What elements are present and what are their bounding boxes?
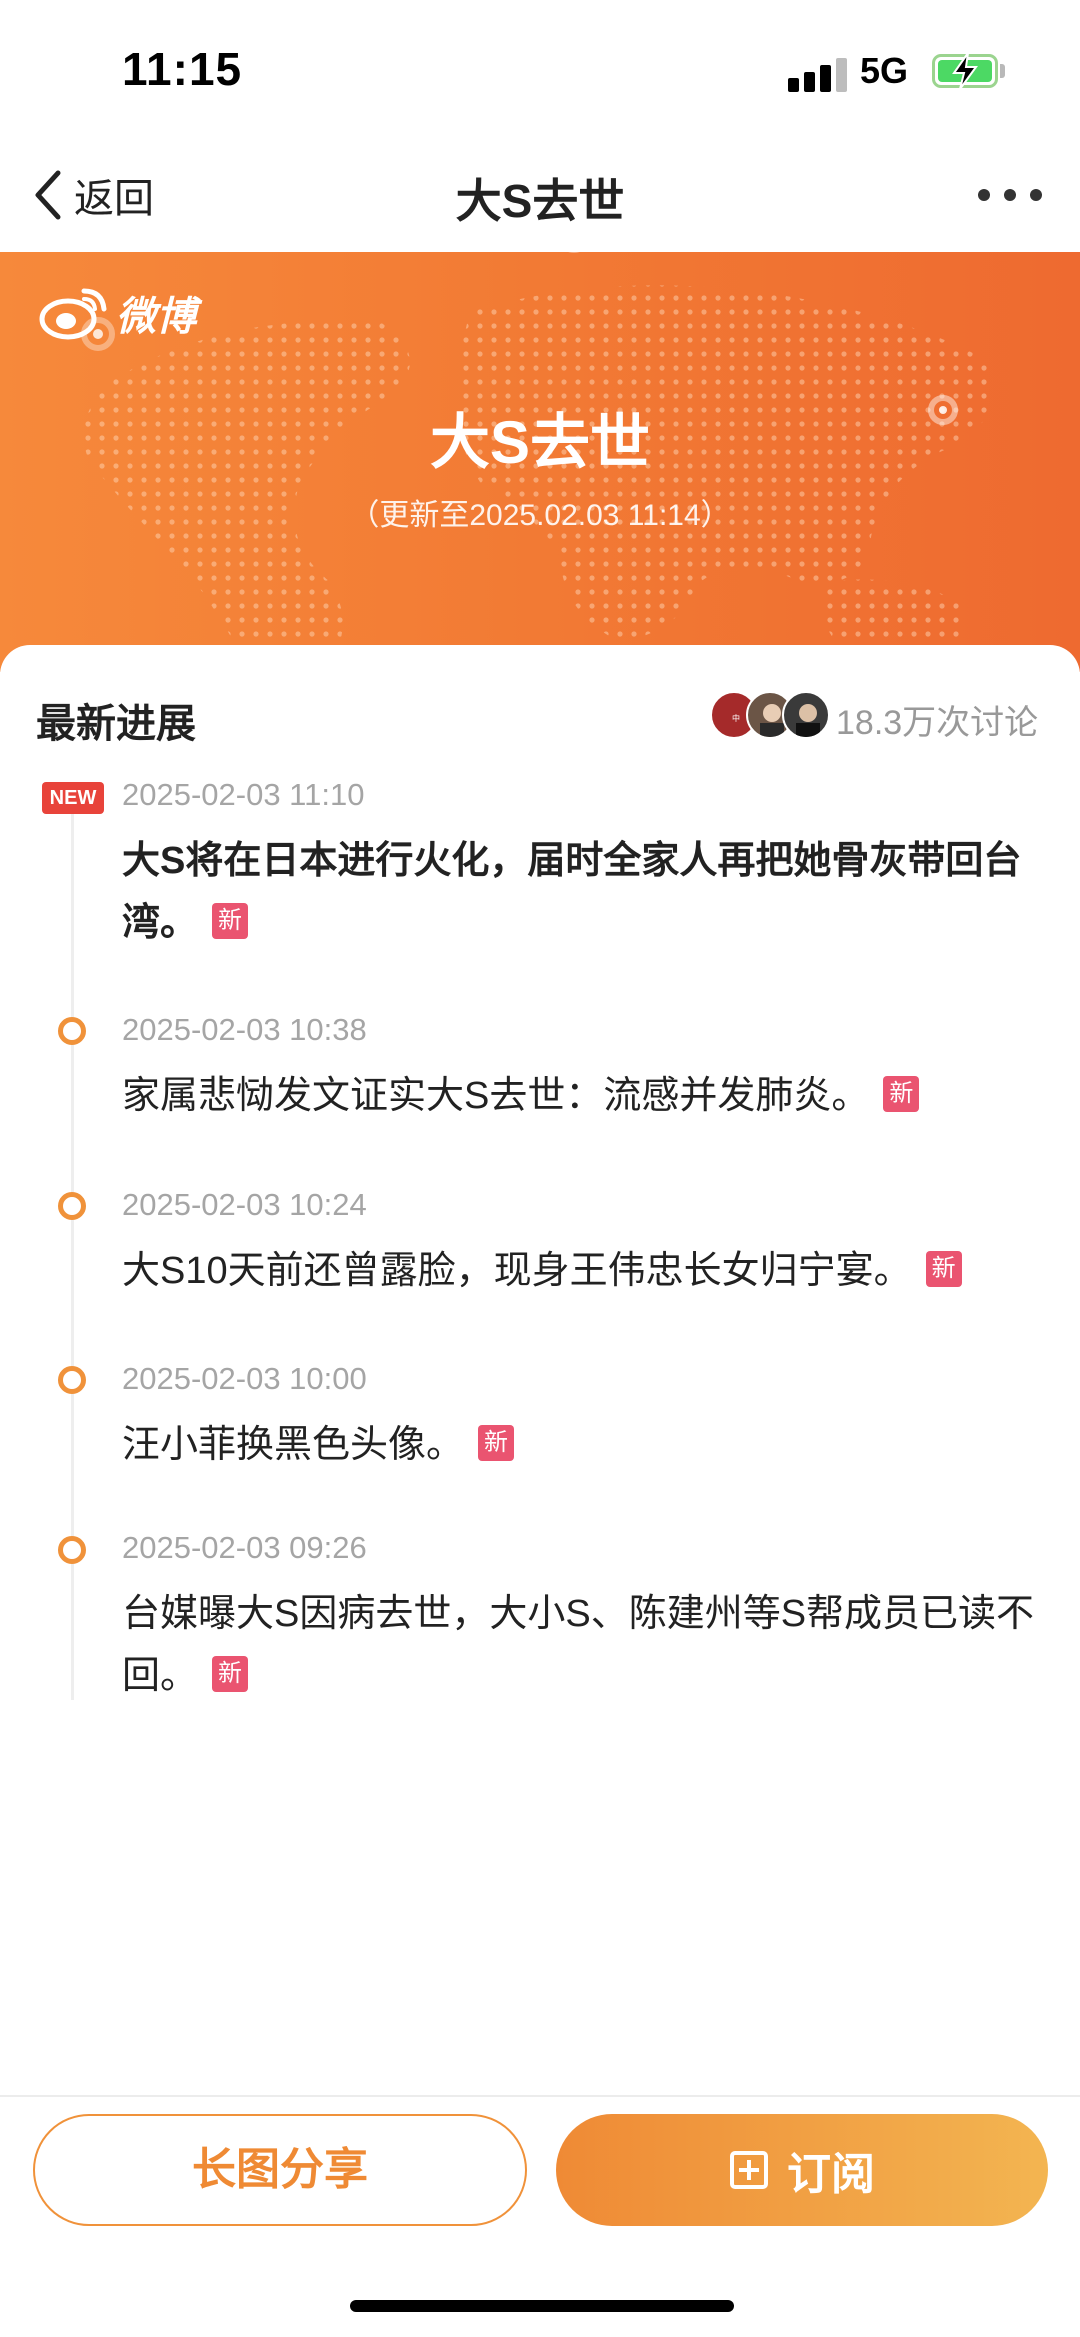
new-tag: 新	[883, 1075, 920, 1112]
timeline-item[interactable]: 大S将在日本进行火化，届时全家人再把她骨灰带回台湾。新	[122, 830, 1042, 954]
subscribe-icon	[730, 2151, 768, 2189]
bottom-divider	[0, 2095, 1080, 2097]
signal-icon	[788, 56, 848, 92]
weibo-logo: 微博	[38, 284, 196, 342]
timeline-time: 2025-02-03 11:10	[122, 777, 365, 812]
nav-bar: 返回 大S去世	[0, 140, 1080, 252]
timeline-dot	[58, 1536, 86, 1564]
subscribe-button[interactable]: 订阅	[556, 2114, 1048, 2226]
timeline-item[interactable]: 家属悲恸发文证实大S去世：流感并发肺炎。新	[122, 1065, 1042, 1127]
new-tag: 新	[925, 1250, 962, 1287]
page-title: 大S去世	[455, 175, 625, 227]
discussion-count[interactable]: 18.3万次讨论	[836, 695, 1038, 744]
timeline-dot	[58, 1017, 86, 1045]
topic-banner: 微博 大S去世 （更新至2025.02.03 11:14）	[0, 252, 1080, 672]
home-indicator[interactable]	[350, 2300, 734, 2312]
new-tag: 新	[212, 1655, 249, 1692]
weibo-eye-icon	[39, 288, 107, 340]
timeline-text: 台媒曝大S因病去世，大小S、陈建州等S帮成员已读不回。	[122, 1593, 1035, 1697]
status-time: 11:15	[122, 43, 243, 95]
timeline-item[interactable]: 汪小菲换黑色头像。新	[122, 1414, 1042, 1476]
new-tag: 新	[212, 902, 249, 939]
timeline-time: 2025-02-03 10:00	[122, 1361, 367, 1396]
subscribe-label: 订阅	[787, 2150, 875, 2199]
avatar	[782, 691, 830, 739]
timeline-time: 2025-02-03 09:26	[122, 1530, 367, 1565]
more-dots-icon[interactable]	[978, 180, 1042, 210]
timeline-text: 家属悲恸发文证实大S去世：流感并发肺炎。	[122, 1075, 870, 1117]
timeline-item[interactable]: 台媒曝大S因病去世，大小S、陈建州等S帮成员已读不回。新	[122, 1583, 1042, 1707]
new-badge: NEW	[42, 782, 104, 814]
new-tag: 新	[478, 1424, 515, 1461]
battery-cap	[1000, 64, 1005, 78]
charging-bolt-icon	[952, 52, 978, 90]
timeline-line	[71, 805, 74, 1700]
timeline-text: 大S将在日本进行火化，届时全家人再把她骨灰带回台湾。	[122, 840, 1022, 944]
timeline-text: 大S10天前还曾露脸，现身王伟忠长女归宁宴。	[122, 1250, 912, 1292]
timeline-dot	[58, 1366, 86, 1394]
timeline-dot	[58, 1192, 86, 1220]
banner-updated-time: （更新至2025.02.03 11:14）	[349, 499, 731, 532]
svg-text:中: 中	[732, 713, 740, 723]
weibo-brand-text: 微博	[116, 295, 196, 339]
timeline-item[interactable]: 大S10天前还曾露脸，现身王伟忠长女归宁宴。新	[122, 1240, 1042, 1302]
timeline-text: 汪小菲换黑色头像。	[122, 1424, 465, 1466]
timeline-time: 2025-02-03 10:38	[122, 1012, 367, 1047]
avatar-group[interactable]: 中	[710, 691, 840, 739]
section-title: 最新进展	[36, 702, 196, 746]
banner-title: 大S去世	[429, 409, 651, 476]
timeline-time: 2025-02-03 10:24	[122, 1187, 367, 1222]
progress-card: 最新进展 中 18.3万次讨论 NEW 2025-02-03 11:10 大S将…	[0, 645, 1080, 2095]
status-bar: 11:15 5G	[0, 0, 1080, 140]
long-image-share-button[interactable]: 长图分享	[33, 2114, 527, 2226]
network-type: 5G	[860, 50, 909, 91]
